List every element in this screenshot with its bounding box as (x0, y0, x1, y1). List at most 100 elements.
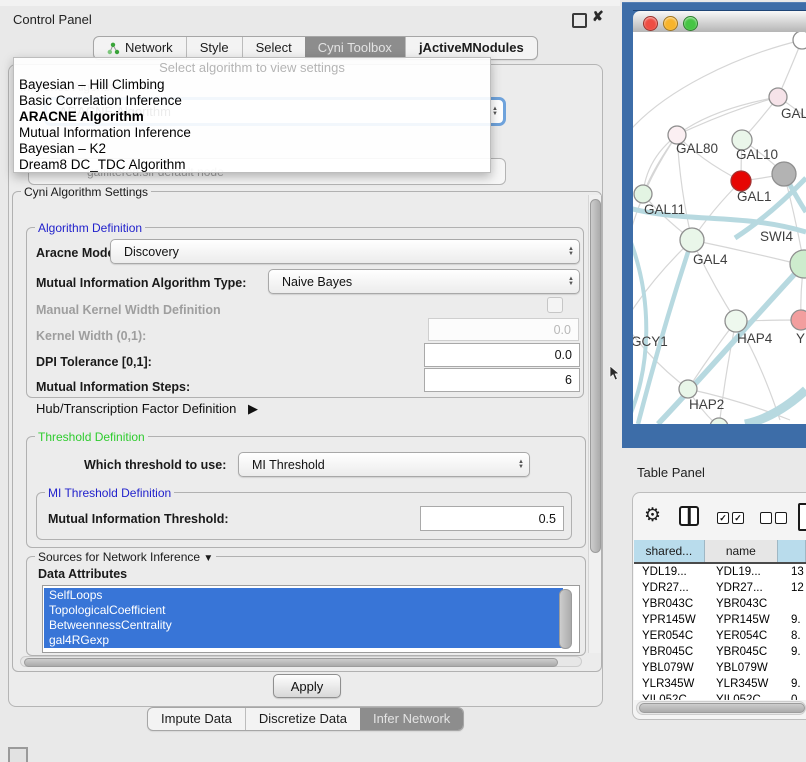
close-window-icon[interactable] (643, 16, 658, 31)
tab-infer-network[interactable]: Infer Network (360, 708, 463, 730)
settings-scrollbar-track[interactable] (588, 195, 601, 653)
popup-item[interactable]: Bayesian – K2 (19, 141, 106, 156)
popup-item[interactable]: ARACNE Algorithm (19, 109, 144, 124)
tab-select[interactable]: Select (242, 37, 305, 59)
gear-icon[interactable]: ⚙ (644, 504, 661, 527)
settings-scrollbar-thumb[interactable] (590, 199, 601, 553)
attribute-item[interactable]: TopologicalCoefficient (44, 603, 563, 618)
expand-arrow-icon: ▶ (248, 401, 258, 416)
network-node-gal1[interactable] (731, 171, 751, 191)
table-cell: YPR145W (716, 612, 785, 628)
popup-item[interactable]: Mutual Information Inference (19, 125, 191, 140)
which-threshold-combo[interactable]: MI Threshold ▲▼ (238, 452, 530, 477)
kernel-width-label: Kernel Width (0,1): (36, 329, 146, 343)
table-row[interactable]: YBL079WYBL079W (634, 660, 806, 676)
table-hscrollbar-thumb[interactable] (639, 703, 805, 713)
table-row[interactable]: YLR345WYLR345W9. (634, 676, 806, 692)
split-columns-icon[interactable] (679, 506, 699, 526)
node-label: SWI4 (760, 229, 793, 244)
tab-discretize-data[interactable]: Discretize Data (245, 708, 360, 730)
table-cell: YBL079W (642, 660, 708, 676)
algorithm-definition-title: Algorithm Definition (35, 221, 145, 235)
tab-jactivemnodules[interactable]: jActiveMNodules (405, 37, 537, 59)
network-node-gal4[interactable] (680, 228, 704, 252)
deselect-all-icon[interactable] (760, 512, 787, 524)
mi-type-combo[interactable]: Naive Bayes ▲▼ (268, 269, 580, 294)
mi-steps-field[interactable]: 6 (424, 368, 580, 392)
mouse-cursor (609, 366, 621, 381)
table-header-row: shared...name (634, 540, 806, 564)
network-node[interactable] (793, 32, 806, 49)
popup-item[interactable]: Dream8 DC_TDC Algorithm (19, 157, 186, 172)
settings-hscrollbar-track[interactable] (20, 656, 582, 667)
table-cell: YIL052C (716, 692, 785, 700)
hub-definition-toggle[interactable]: Hub/Transcription Factor Definition ▶ (36, 401, 258, 417)
mi-threshold-field[interactable]: 0.5 (420, 506, 564, 531)
popup-item[interactable]: Bayesian – Hill Climbing (19, 77, 165, 92)
table-row[interactable]: YER054CYER054C8. (634, 628, 806, 644)
column-header[interactable] (778, 540, 806, 562)
hub-definition-label: Hub/Transcription Factor Definition (36, 401, 236, 416)
float-panel-icon[interactable] (572, 13, 587, 28)
table-row[interactable]: YIL052CYIL052C0. (634, 692, 806, 700)
tab-impute-data[interactable]: Impute Data (148, 708, 245, 730)
network-node[interactable] (710, 418, 728, 424)
table-cell: YIL052C (642, 692, 708, 700)
aracne-mode-value: Discovery (124, 245, 179, 259)
network-node[interactable] (772, 162, 796, 186)
tab-cyni-toolbox[interactable]: Cyni Toolbox (305, 37, 405, 59)
tab-label: Network (125, 37, 173, 59)
network-node-gal11[interactable] (634, 185, 652, 203)
attribute-item[interactable]: BetweennessCentrality (44, 618, 563, 633)
minimize-window-icon[interactable] (663, 16, 678, 31)
tab-network[interactable]: Network (94, 37, 186, 59)
table-hscrollbar-track[interactable] (636, 701, 806, 715)
table-cell: YDR27... (642, 580, 708, 596)
table-row[interactable]: YBR043CYBR043C (634, 596, 806, 612)
table-row[interactable]: YBR045CYBR045C9. (634, 644, 806, 660)
column-header[interactable]: name (705, 540, 778, 562)
network-edge[interactable] (633, 135, 677, 323)
settings-hscrollbar-thumb[interactable] (24, 658, 558, 667)
zoom-window-icon[interactable] (683, 16, 698, 31)
manual-kernel-checkbox[interactable] (547, 297, 563, 313)
network-node-hap2[interactable] (679, 380, 697, 398)
stepper-arrows-icon: ▲▼ (518, 460, 524, 470)
minimized-panel-icon[interactable] (8, 747, 28, 762)
sources-group-title[interactable]: Sources for Network Inference ▼ (35, 550, 216, 564)
tab-style[interactable]: Style (186, 37, 242, 59)
dpi-tolerance-field[interactable]: 0.0 (424, 343, 580, 367)
close-panel-icon[interactable]: ✘ (592, 8, 604, 25)
table-cell: YBR043C (716, 596, 785, 612)
network-edge[interactable] (688, 321, 736, 389)
tab-label: Cyni Toolbox (318, 37, 392, 59)
network-canvas[interactable]: GALGAL80GAL10GAL1GAL11SWI4GAL4HAP4YGCY1H… (633, 32, 806, 424)
column-header[interactable]: shared... (634, 540, 705, 562)
data-attributes-label: Data Attributes (38, 567, 127, 581)
network-node-gal[interactable] (769, 88, 787, 106)
network-node-hap4[interactable] (725, 310, 747, 332)
table-cell: 9. (791, 612, 806, 628)
network-window-titlebar[interactable] (633, 11, 806, 33)
table-row[interactable]: YPR145W YPR145W 9. (634, 612, 806, 628)
data-attributes-list[interactable]: SelfLoopsTopologicalCoefficientBetweenne… (42, 585, 580, 653)
select-all-icon[interactable]: ✓✓ (717, 512, 744, 524)
network-node-y[interactable] (791, 310, 806, 330)
mi-steps-label: Mutual Information Steps: (36, 380, 190, 394)
attribute-item[interactable]: gal4RGexp (44, 633, 563, 648)
tab-label: Impute Data (161, 708, 232, 730)
list-vertical-scrollbar[interactable] (559, 589, 572, 649)
attribute-item[interactable]: SelfLoops (44, 588, 563, 603)
tab-label: Discretize Data (259, 708, 347, 730)
table-row[interactable]: YDL19...YDL19...13 (634, 564, 806, 580)
aracne-mode-combo[interactable]: Discovery ▲▼ (110, 239, 580, 264)
popup-item[interactable]: Basic Correlation Inference (19, 93, 182, 108)
node-label: HAP4 (737, 331, 773, 346)
apply-button[interactable]: Apply (273, 674, 341, 698)
kernel-width-field[interactable]: 0.0 (428, 318, 579, 341)
stepper-arrows-icon: ▲▼ (568, 277, 574, 287)
table-body: YDL19...YDL19...13YDR27...YDR27...12YBR0… (634, 564, 806, 700)
document-icon[interactable] (798, 503, 806, 531)
table-row[interactable]: YDR27...YDR27...12 (634, 580, 806, 596)
table-cell: YPR145W (642, 612, 708, 628)
